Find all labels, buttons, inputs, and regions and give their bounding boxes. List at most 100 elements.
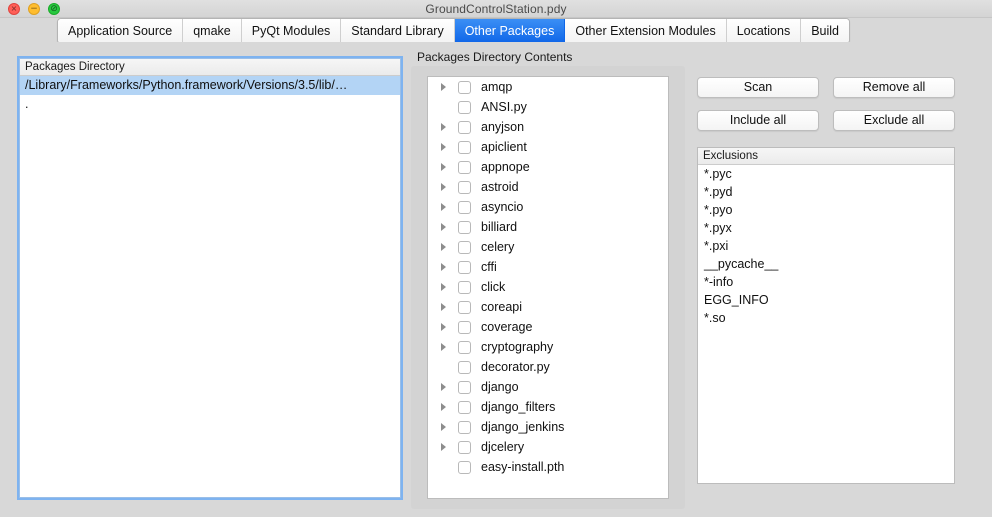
exclusion-row[interactable]: *.so: [698, 309, 954, 327]
chevron-right-icon[interactable]: [436, 183, 450, 191]
tree-row[interactable]: django_jenkins: [428, 417, 668, 437]
chevron-right-icon[interactable]: [436, 323, 450, 331]
tree-item-label: amqp: [481, 80, 513, 94]
checkbox-django[interactable]: [458, 380, 471, 394]
tree-row[interactable]: cffi: [428, 257, 668, 277]
tree-item-label: easy-install.pth: [481, 460, 565, 474]
tree-row[interactable]: coverage: [428, 317, 668, 337]
tree-row[interactable]: ANSI.py: [428, 97, 668, 117]
checkbox-django-jenkins[interactable]: [458, 420, 471, 434]
tree-item-label: django_jenkins: [481, 420, 565, 434]
exclusions-panel[interactable]: Exclusions *.pyc *.pyd *.pyo *.pyx *.pxi __py…: [697, 147, 955, 484]
exclusion-row[interactable]: *.pxi: [698, 237, 954, 255]
checkbox-asyncio[interactable]: [458, 200, 471, 214]
chevron-right-icon[interactable]: [436, 423, 450, 431]
tree-row[interactable]: asyncio: [428, 197, 668, 217]
chevron-right-icon[interactable]: [436, 163, 450, 171]
checkbox-click[interactable]: [458, 280, 471, 294]
tree-item-label: anyjson: [481, 120, 525, 134]
checkbox-coverage[interactable]: [458, 320, 471, 334]
tree-row[interactable]: django: [428, 377, 668, 397]
checkbox-django-filters[interactable]: [458, 400, 471, 414]
app-window: × − ⊘ GroundControlStation.pdy Applicati…: [0, 0, 992, 517]
tab-pyqt-modules[interactable]: PyQt Modules: [241, 19, 342, 43]
packages-directory-panel[interactable]: Packages Directory /Library/Frameworks/P…: [17, 56, 403, 500]
packages-directory-row[interactable]: .: [20, 95, 400, 114]
contents-panel: amqp ANSI.py anyjson apiclient appnope astroi…: [411, 66, 685, 509]
tree-row[interactable]: djcelery: [428, 437, 668, 457]
tree-row[interactable]: django_filters: [428, 397, 668, 417]
chevron-right-icon[interactable]: [436, 383, 450, 391]
tree-row[interactable]: appnope: [428, 157, 668, 177]
tree-row[interactable]: decorator.py: [428, 357, 668, 377]
tree-row[interactable]: click: [428, 277, 668, 297]
scan-button[interactable]: Scan: [697, 77, 819, 98]
chevron-right-icon[interactable]: [436, 143, 450, 151]
tab-other-extension-modules[interactable]: Other Extension Modules: [565, 19, 727, 43]
chevron-right-icon[interactable]: [436, 263, 450, 271]
tree-item-label: django_filters: [481, 400, 556, 414]
tree-row[interactable]: easy-install.pth: [428, 457, 668, 477]
exclusion-row[interactable]: *.pyx: [698, 219, 954, 237]
checkbox-astroid[interactable]: [458, 180, 471, 194]
tree-row[interactable]: astroid: [428, 177, 668, 197]
contents-tree[interactable]: amqp ANSI.py anyjson apiclient appnope astroi…: [427, 76, 669, 499]
chevron-right-icon[interactable]: [436, 303, 450, 311]
tree-row[interactable]: apiclient: [428, 137, 668, 157]
checkbox-celery[interactable]: [458, 240, 471, 254]
checkbox-apiclient[interactable]: [458, 140, 471, 154]
checkbox-decorator-py[interactable]: [458, 360, 471, 374]
checkbox-appnope[interactable]: [458, 160, 471, 174]
chevron-right-icon[interactable]: [436, 403, 450, 411]
tab-qmake[interactable]: qmake: [183, 19, 242, 43]
remove-all-button[interactable]: Remove all: [833, 77, 955, 98]
exclusion-row[interactable]: *-info: [698, 273, 954, 291]
checkbox-cryptography[interactable]: [458, 340, 471, 354]
include-all-button[interactable]: Include all: [697, 110, 819, 131]
checkbox-anyjson[interactable]: [458, 120, 471, 134]
exclusion-row[interactable]: *.pyo: [698, 201, 954, 219]
chevron-right-icon[interactable]: [436, 223, 450, 231]
exclusion-row[interactable]: *.pyd: [698, 183, 954, 201]
chevron-right-icon[interactable]: [436, 123, 450, 131]
exclusions-header: Exclusions: [698, 148, 954, 165]
exclude-all-button[interactable]: Exclude all: [833, 110, 955, 131]
window-title: GroundControlStation.pdy: [425, 2, 567, 16]
tree-row[interactable]: coreapi: [428, 297, 668, 317]
tree-item-label: coreapi: [481, 300, 522, 314]
tree-item-label: astroid: [481, 180, 519, 194]
chevron-right-icon[interactable]: [436, 83, 450, 91]
tab-standard-library[interactable]: Standard Library: [341, 19, 455, 43]
tree-item-label: billiard: [481, 220, 518, 234]
checkbox-ansi-py[interactable]: [458, 100, 471, 114]
tree-row[interactable]: celery: [428, 237, 668, 257]
tab-bar: Application Source qmake PyQt Modules Stand…: [57, 18, 851, 44]
checkbox-billiard[interactable]: [458, 220, 471, 234]
checkbox-cffi[interactable]: [458, 260, 471, 274]
chevron-right-icon[interactable]: [436, 343, 450, 351]
chevron-right-icon[interactable]: [436, 283, 450, 291]
contents-label: Packages Directory Contents: [417, 50, 573, 64]
tree-item-label: asyncio: [481, 200, 524, 214]
checkbox-amqp[interactable]: [458, 80, 471, 94]
tree-row[interactable]: anyjson: [428, 117, 668, 137]
tab-build[interactable]: Build: [801, 19, 850, 43]
checkbox-coreapi[interactable]: [458, 300, 471, 314]
tree-item-label: decorator.py: [481, 360, 550, 374]
exclusion-row[interactable]: EGG_INFO: [698, 291, 954, 309]
tab-locations[interactable]: Locations: [726, 19, 802, 43]
tree-row[interactable]: cryptography: [428, 337, 668, 357]
chevron-right-icon[interactable]: [436, 443, 450, 451]
tab-application-source[interactable]: Application Source: [58, 19, 184, 43]
exclusion-row[interactable]: *.pyc: [698, 165, 954, 183]
exclusion-row[interactable]: __pycache__: [698, 255, 954, 273]
checkbox-easy-install-pth[interactable]: [458, 460, 471, 474]
packages-directory-header: Packages Directory: [20, 59, 400, 76]
chevron-right-icon[interactable]: [436, 203, 450, 211]
packages-directory-row-selected[interactable]: /Library/Frameworks/Python.framework/Ver…: [20, 76, 400, 95]
checkbox-djcelery[interactable]: [458, 440, 471, 454]
tree-row[interactable]: amqp: [428, 77, 668, 97]
tree-row[interactable]: billiard: [428, 217, 668, 237]
tab-other-packages[interactable]: Other Packages: [454, 19, 566, 43]
chevron-right-icon[interactable]: [436, 243, 450, 251]
